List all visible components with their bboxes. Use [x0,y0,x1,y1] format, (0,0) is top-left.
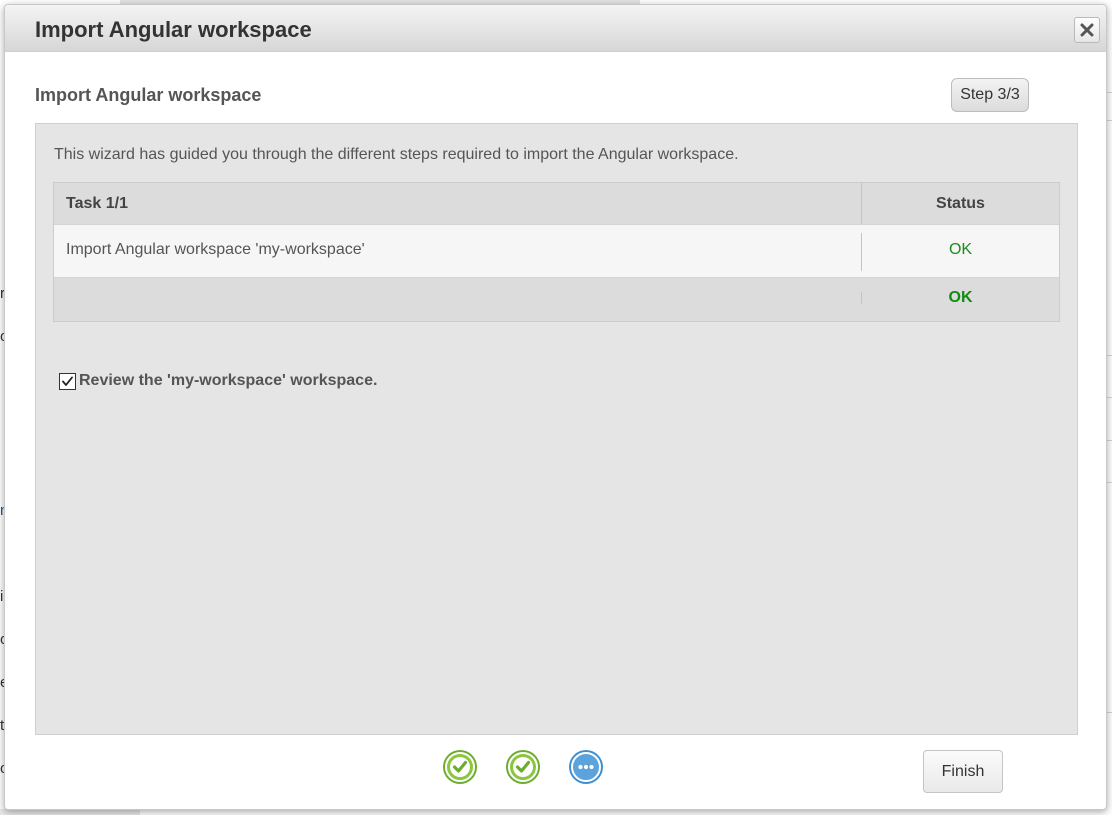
checkmark-icon [62,376,73,386]
import-workspace-dialog: Import Angular workspace Import Angular … [4,4,1107,810]
check-circle-icon [506,750,540,784]
check-circle-icon [443,750,477,784]
review-workspace-option[interactable]: Review the 'my-workspace' workspace. [59,372,377,390]
wizard-section-header: Import Angular workspace [35,85,262,105]
dialog-titlebar[interactable]: Import Angular workspace [5,5,1106,52]
table-summary-row: OK [54,278,1059,321]
table-header-row: Task 1/1 Status [54,183,1059,224]
column-header-task: Task 1/1 [66,195,128,212]
wizard-step-indicators [442,749,606,785]
task-table: Task 1/1 Status Import Angular workspace… [53,182,1060,322]
task-status-cell: OK [948,241,973,258]
close-icon [1080,23,1094,37]
task-name-cell: Import Angular workspace 'my-workspace' [66,241,365,258]
table-row: Import Angular workspace 'my-workspace' … [54,224,1059,278]
wizard-intro-text: This wizard has guided you through the d… [54,146,739,163]
background-text-fragment: i [0,588,4,605]
close-button[interactable] [1074,17,1100,43]
ellipsis-circle-icon [569,750,603,784]
finish-button[interactable]: Finish [923,750,1003,793]
column-header-status: Status [936,195,985,212]
review-workspace-label: Review the 'my-workspace' workspace. [79,372,378,389]
overall-status-cell: OK [948,289,973,306]
wizard-content-panel: This wizard has guided you through the d… [35,123,1078,735]
step-indicator-badge: Step 3/3 [951,78,1029,112]
review-workspace-checkbox[interactable] [59,372,76,390]
dialog-title: Import Angular workspace [35,17,312,42]
